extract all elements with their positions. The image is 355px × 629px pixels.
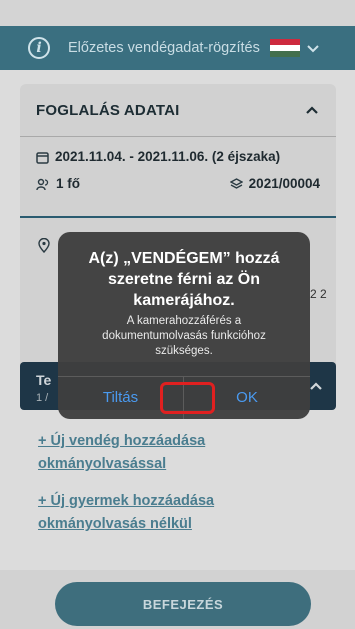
chevron-up-icon[interactable]	[308, 378, 324, 394]
people-icon	[36, 178, 49, 191]
booking-number: 2021/00004	[248, 176, 320, 191]
team-title: Te	[36, 372, 52, 388]
dates-row: 2021.11.04. - 2021.11.06. (2 éjszaka)	[20, 149, 336, 164]
ok-highlight-box	[160, 382, 215, 414]
divider	[20, 136, 336, 137]
dialog-title: A(z) „VENDÉGEM” hozzá szeretne férni az …	[88, 250, 280, 309]
add-guest-with-scanner-link[interactable]: + Új vendég hozzáadása okmányolvasással	[38, 430, 298, 476]
guests-row: 1 fő 2021/00004	[20, 176, 336, 191]
booking-section-header[interactable]: FOGLALÁS ADATAI	[20, 84, 336, 136]
partial-value: 2 2	[310, 287, 327, 301]
chevron-up-icon[interactable]	[304, 102, 320, 118]
chevron-down-icon[interactable]	[306, 41, 320, 55]
location-pin-icon	[38, 238, 50, 253]
status-bar	[0, 0, 355, 26]
header-title: Előzetes vendégadat-rögzítés	[68, 40, 260, 56]
finish-button[interactable]: BEFEJEZÉS	[55, 582, 311, 626]
calendar-icon	[36, 152, 49, 164]
dialog-message: A kamerahozzáférés a dokumentumolvasás f…	[102, 315, 266, 357]
booking-dates: 2021.11.04. - 2021.11.06. (2 éjszaka)	[55, 149, 281, 164]
info-icon[interactable]: i	[28, 37, 50, 59]
layers-icon	[229, 178, 243, 189]
hungarian-flag-icon[interactable]	[269, 39, 300, 57]
guest-count: 1 fő	[56, 176, 81, 191]
add-child-without-scanner-link[interactable]: + Új gyermek hozzáadása okmányolvasás né…	[38, 490, 298, 536]
section-separator	[20, 216, 336, 218]
team-subtitle: 1 /	[36, 392, 49, 404]
app-header: i Előzetes vendégadat-rögzítés	[0, 26, 355, 70]
section-title: FOGLALÁS ADATAI	[36, 101, 180, 119]
